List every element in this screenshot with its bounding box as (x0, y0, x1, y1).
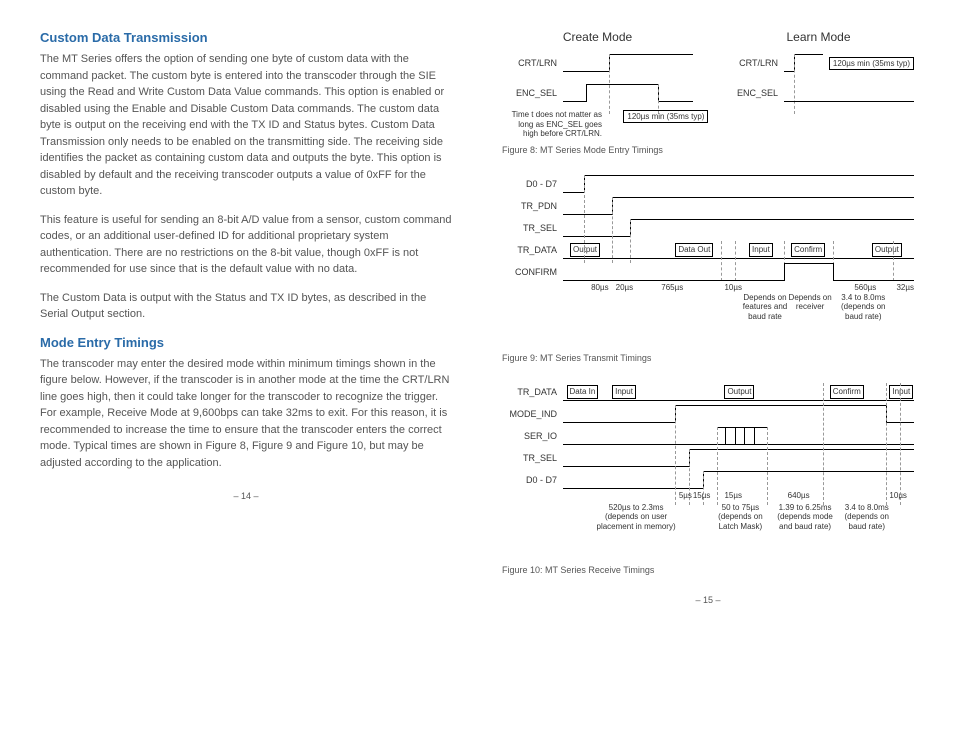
timing-label: 80µs (591, 283, 609, 293)
timing-label: 20µs (616, 283, 634, 293)
timing-note: Depends on receiver (788, 293, 833, 312)
trace-box: Confirm (830, 385, 864, 399)
timing-label: 5µs (679, 491, 692, 501)
signal-label: TR_SEL (502, 453, 563, 463)
timing-note: Time t does not matter as long as ENC_SE… (502, 110, 606, 139)
trace-box: Data In (567, 385, 599, 399)
timing-label: 640µs (788, 491, 810, 501)
timing-label: 560µs (854, 283, 876, 293)
paragraph: This feature is useful for sending an 8-… (40, 212, 452, 278)
paragraph: The transcoder may enter the desired mod… (40, 356, 452, 472)
right-column: Create Mode CRT/LRN ENC_SEL (502, 30, 914, 605)
timing-value: 120µs min (35ms typ) (829, 57, 914, 70)
page-number-left: – 14 – (40, 491, 452, 501)
trace-box: Input (889, 385, 913, 399)
signal-label: TR_DATA (502, 387, 563, 397)
signal-label: CONFIRM (502, 267, 563, 277)
learn-mode-title: Learn Mode (723, 30, 914, 44)
timing-note: Depends on features and baud rate (735, 293, 795, 322)
timing-label: 15µs (693, 491, 711, 501)
figure-10-caption: Figure 10: MT Series Receive Timings (502, 565, 914, 575)
signal-label: TR_SEL (502, 223, 563, 233)
timing-note: 520µs to 2.3ms (depends on user placemen… (591, 503, 681, 532)
figure-8-caption: Figure 8: MT Series Mode Entry Timings (502, 145, 914, 155)
signal-label: D0 - D7 (502, 179, 563, 189)
figure-9-caption: Figure 9: MT Series Transmit Timings (502, 353, 914, 363)
signal-label: ENC_SEL (502, 88, 563, 98)
signal-label: CRT/LRN (502, 58, 563, 68)
timing-value: 120µs min (35ms typ) (623, 110, 708, 123)
paragraph: The MT Series offers the option of sendi… (40, 51, 452, 200)
trace-box: Input (749, 243, 773, 257)
timing-label: 10µs (724, 283, 742, 293)
signal-label: SER_IO (502, 431, 563, 441)
heading-mode-entry: Mode Entry Timings (40, 335, 452, 350)
signal-label: CRT/LRN (723, 58, 784, 68)
timing-note: 3.4 to 8.0ms (depends on baud rate) (837, 503, 897, 532)
signal-label: TR_DATA (502, 245, 563, 255)
timing-label: 15µs (724, 491, 742, 501)
figure-8-diagram: Create Mode CRT/LRN ENC_SEL (502, 30, 914, 139)
page-number-right: – 15 – (502, 595, 914, 605)
signal-label: D0 - D7 (502, 475, 563, 485)
create-mode-title: Create Mode (502, 30, 693, 44)
trace-box: Input (612, 385, 636, 399)
trace-box: Output (872, 243, 902, 257)
signal-label: MODE_IND (502, 409, 563, 419)
timing-note: 1.39 to 6.25ms (depends mode and baud ra… (770, 503, 840, 532)
timing-note: 50 to 75µs (depends on Latch Mask) (710, 503, 770, 532)
trace-box: Confirm (791, 243, 825, 257)
timing-note: 3.4 to 8.0ms (depends on baud rate) (833, 293, 893, 322)
paragraph: The Custom Data is output with the Statu… (40, 290, 452, 323)
signal-label: TR_PDN (502, 201, 563, 211)
figure-9-diagram: D0 - D7 TR_PDN TR_SEL (502, 173, 914, 323)
trace-box: Output (724, 385, 754, 399)
signal-label: ENC_SEL (723, 88, 784, 98)
timing-label: 765µs (661, 283, 683, 293)
trace-box: Data Out (675, 243, 713, 257)
left-column: Custom Data Transmission The MT Series o… (40, 30, 452, 605)
timing-label: 10µs (889, 491, 907, 501)
heading-custom-data: Custom Data Transmission (40, 30, 452, 45)
figure-10-diagram: TR_DATA Data In Input Output Confirm Inp… (502, 381, 914, 531)
timing-label: 32µs (896, 283, 914, 293)
